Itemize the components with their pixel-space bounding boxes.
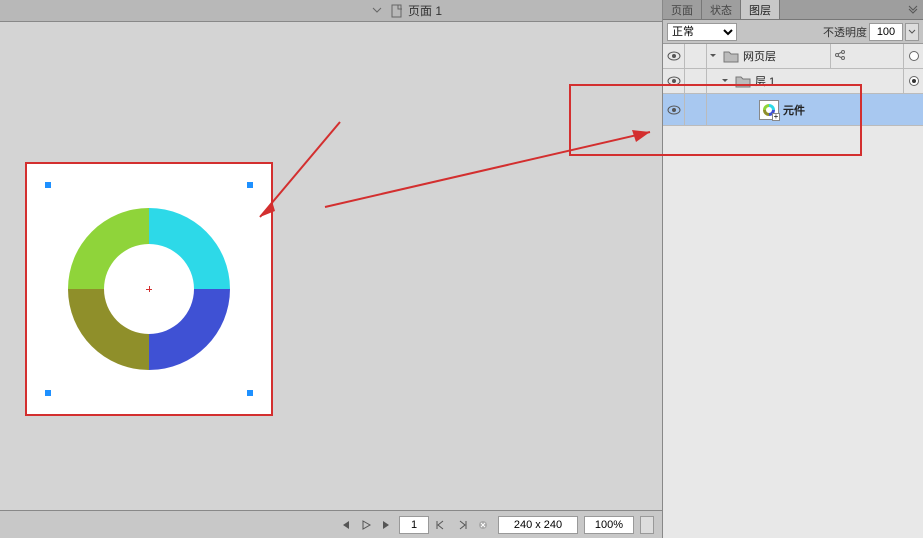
- document-icon: [390, 4, 404, 18]
- document-tab-bar: 页面 1: [0, 0, 662, 22]
- layers-panel: 页面 状态 图层 正常 不透明度: [662, 0, 923, 538]
- frame-input[interactable]: [399, 516, 429, 534]
- annotation-arrow-right: [320, 122, 660, 212]
- layer-row-element[interactable]: + 元件: [663, 94, 923, 126]
- eye-icon[interactable]: [667, 49, 681, 63]
- layer-thumbnail: +: [759, 100, 779, 120]
- zoom-display: 100%: [584, 516, 634, 534]
- eye-icon[interactable]: [667, 103, 681, 117]
- document-tab-title[interactable]: 页面 1: [408, 2, 442, 19]
- tab-pages[interactable]: 页面: [663, 0, 702, 19]
- folder-icon: [723, 49, 739, 63]
- layer-list: 网页层 层 1: [663, 44, 923, 538]
- canvas-viewport[interactable]: [0, 22, 662, 510]
- active-radio[interactable]: [909, 76, 919, 86]
- layer-row-layer1[interactable]: 层 1: [663, 69, 923, 94]
- zoom-dropdown[interactable]: [640, 516, 654, 534]
- lock-col[interactable]: [685, 44, 707, 68]
- selection-handle-br[interactable]: [247, 390, 253, 396]
- status-bar: 240 x 240 100%: [0, 510, 662, 538]
- lock-col[interactable]: [685, 69, 707, 93]
- folder-icon: [735, 74, 751, 88]
- opacity-input[interactable]: [869, 23, 903, 41]
- expand-arrow-icon[interactable]: [721, 77, 731, 85]
- stop-button[interactable]: [474, 516, 492, 534]
- expand-arrow-icon[interactable]: [709, 52, 719, 60]
- play-button[interactable]: [357, 516, 375, 534]
- tab-states[interactable]: 状态: [702, 0, 741, 19]
- opacity-label: 不透明度: [823, 24, 867, 40]
- layer-label-layer1: 层 1: [755, 73, 775, 89]
- blend-mode-select[interactable]: 正常: [667, 23, 737, 41]
- lock-col[interactable]: [685, 94, 707, 125]
- selection-handle-bl[interactable]: [45, 390, 51, 396]
- next-frame-button[interactable]: [453, 516, 471, 534]
- layer-label-element: 元件: [783, 102, 805, 118]
- active-radio[interactable]: [909, 51, 919, 61]
- eye-icon[interactable]: [667, 74, 681, 88]
- selection-handle-tr[interactable]: [247, 182, 253, 188]
- donut-chart: [59, 199, 239, 379]
- prev-frame-button[interactable]: [432, 516, 450, 534]
- last-frame-button[interactable]: [378, 516, 396, 534]
- opacity-dropdown[interactable]: [905, 23, 919, 41]
- selection-handle-tl[interactable]: [45, 182, 51, 188]
- plus-icon: +: [772, 113, 780, 121]
- dimensions-display: 240 x 240: [498, 516, 578, 534]
- layer-label-web: 网页层: [743, 48, 776, 64]
- panel-collapse-button[interactable]: [903, 0, 923, 19]
- doc-dropdown-icon[interactable]: [372, 4, 382, 18]
- layer-row-web[interactable]: 网页层: [663, 44, 923, 69]
- share-icon[interactable]: [834, 49, 846, 64]
- panel-tabs: 页面 状态 图层: [663, 0, 923, 20]
- canvas-area: 页面 1: [0, 0, 662, 538]
- first-frame-button[interactable]: [336, 516, 354, 534]
- tab-layers[interactable]: 图层: [741, 0, 780, 19]
- artboard-selection[interactable]: [25, 162, 273, 416]
- layers-toolbar: 正常 不透明度: [663, 20, 923, 44]
